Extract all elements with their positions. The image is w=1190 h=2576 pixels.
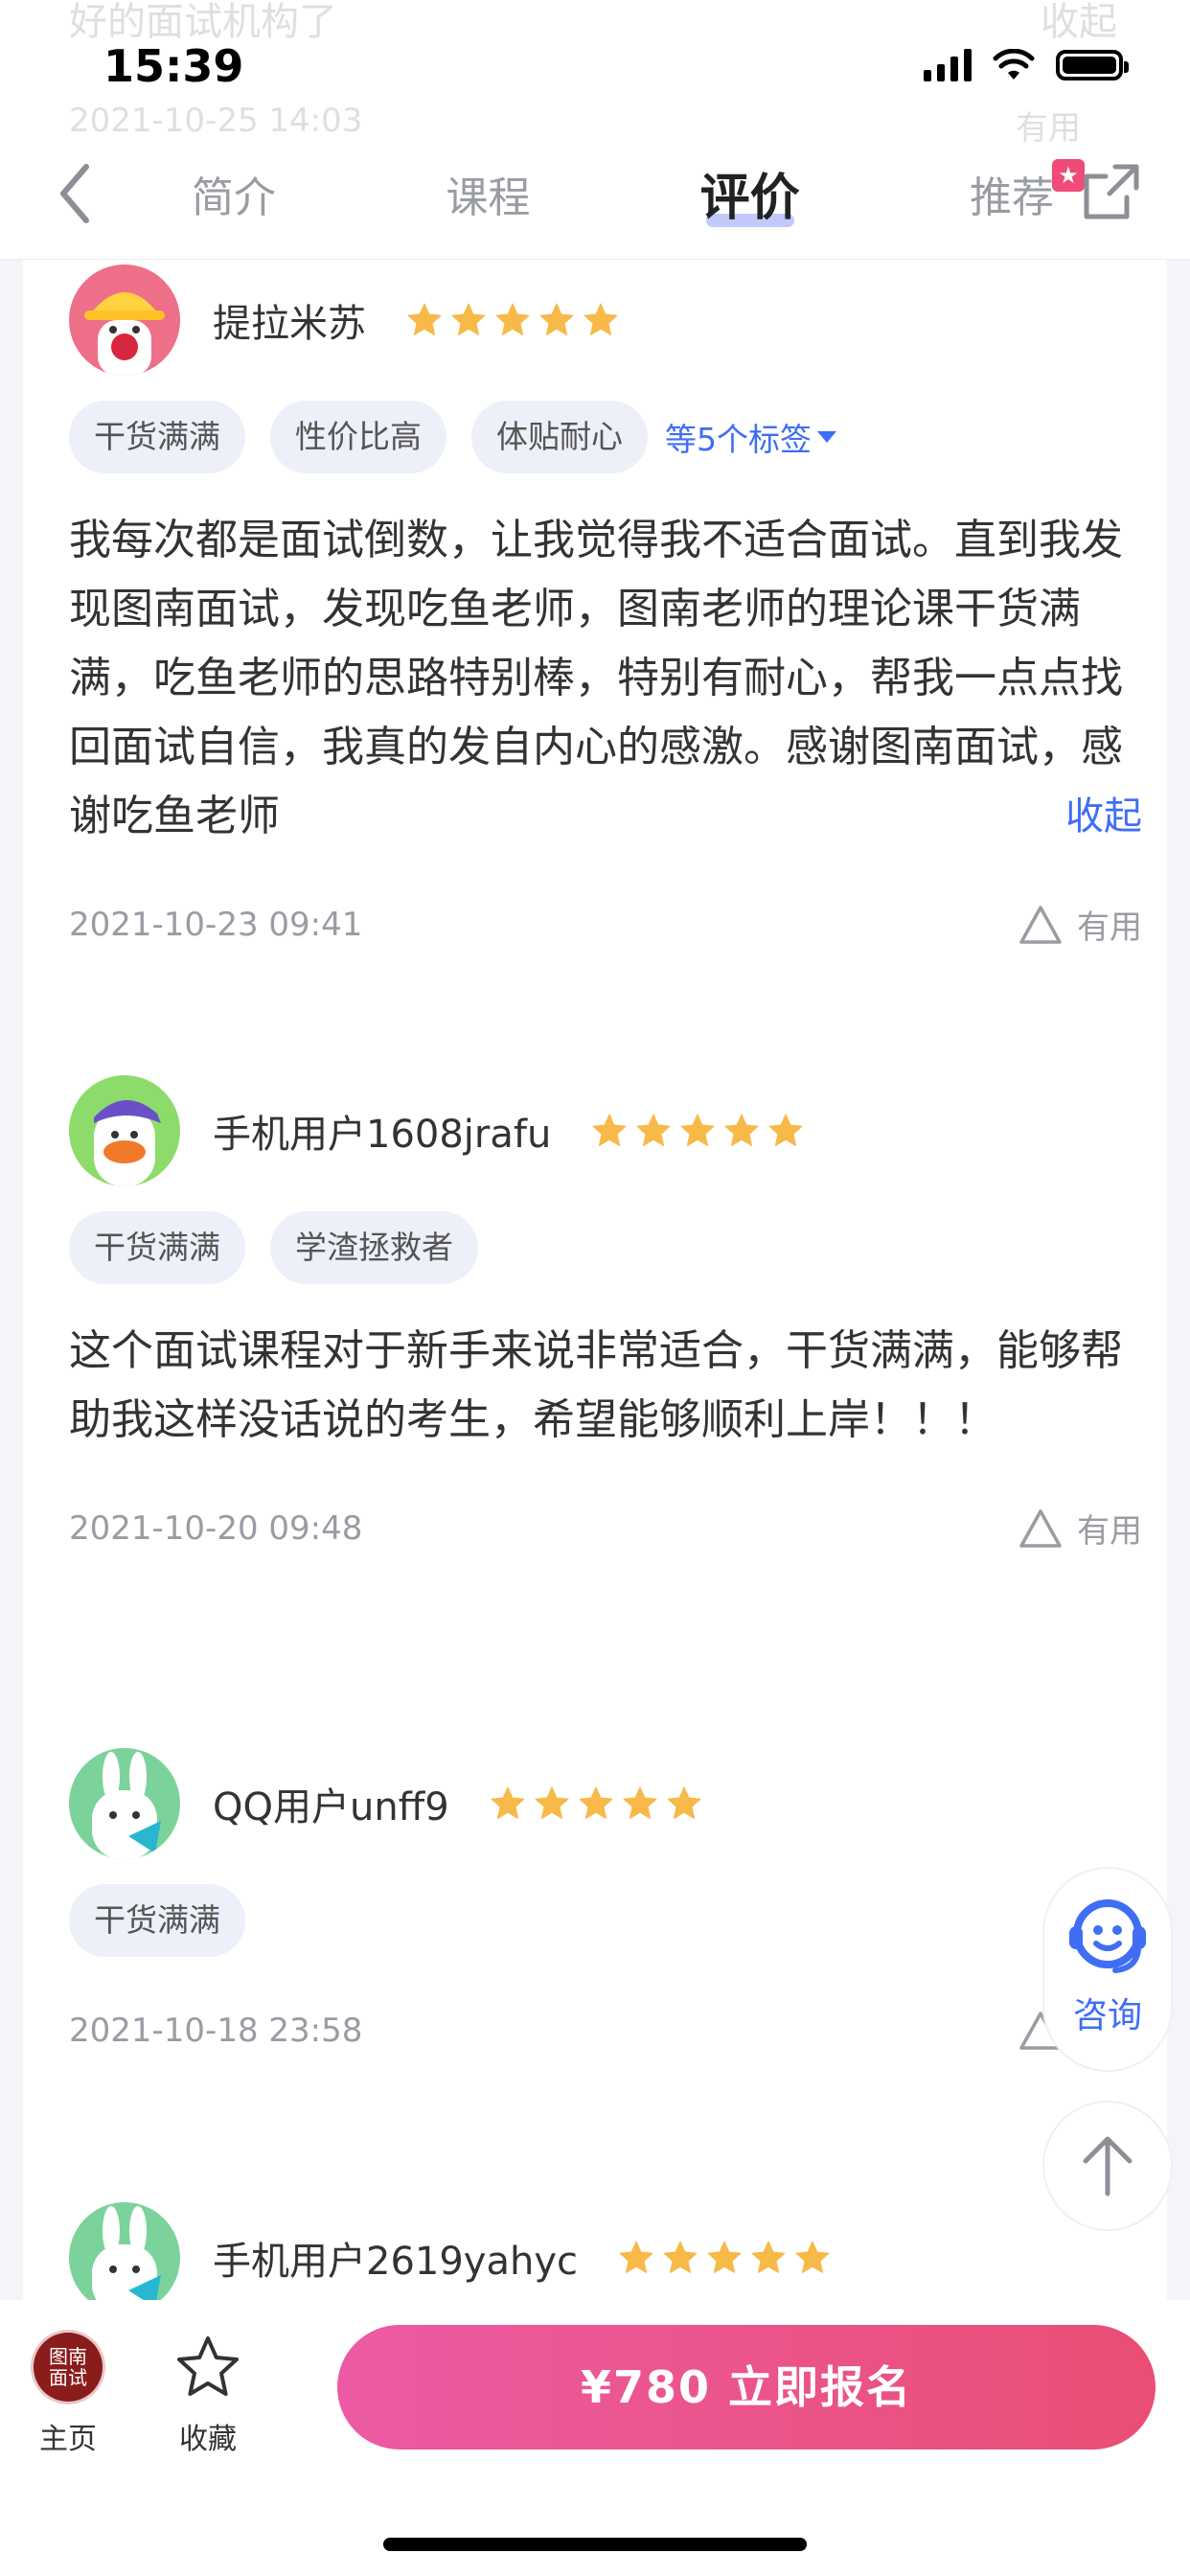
rating-stars: [618, 2240, 831, 2276]
useful-button[interactable]: 有用: [1018, 1505, 1142, 1552]
review-tags: 干货满满 学渣拯救者: [69, 1211, 1142, 1284]
brand-logo: 图南面试: [34, 2333, 103, 2402]
peek-review-date: 2021-10-25 14:03: [69, 102, 363, 140]
review-date: 2021-10-23 09:41: [69, 905, 363, 944]
customer-service-icon: [1069, 1899, 1146, 1973]
star-icon: [539, 303, 574, 335]
star-icon: [451, 303, 486, 335]
avatar[interactable]: [69, 1075, 180, 1186]
review-content: 这个面试课程对于新手来说非常适合，干货满满，能够帮助我这样没话说的考生，希望能够…: [69, 1317, 1142, 1455]
battery-icon: [1056, 50, 1129, 80]
rating-stars: [406, 302, 619, 338]
tab-recommend-label: 推荐: [970, 173, 1054, 222]
useful-label: 有用: [1077, 908, 1142, 947]
star-icon: [768, 1114, 803, 1146]
star-icon: [663, 2241, 698, 2273]
star-icon: [795, 2241, 830, 2273]
star-icon: [592, 1114, 627, 1146]
star-icon: [579, 1786, 613, 1819]
reviewer-name: 手机用户2619yahyc: [213, 2240, 578, 2284]
review-text: 这个面试课程对于新手来说非常适合，干货满满，能够帮助我这样没话说的考生，希望能够…: [69, 1326, 1123, 1444]
peek-collapse-link: 收起: [1041, 0, 1117, 44]
avatar[interactable]: [69, 2202, 180, 2300]
more-tags-toggle[interactable]: 等5个标签: [665, 414, 836, 460]
tab-bar: 简介 课程 评价 推荐 ★: [192, 159, 1085, 235]
useful-button[interactable]: 有用: [1018, 901, 1142, 948]
nav-bar: 简介 课程 评价 推荐 ★: [0, 134, 1190, 260]
thumb-triangle-icon: [1019, 905, 1062, 944]
more-tags-label: 等5个标签: [665, 421, 812, 458]
reviewer-name: 手机用户1608jrafu: [213, 1113, 552, 1157]
star-icon: [707, 2241, 742, 2273]
review-item: 手机用户1608jrafu 干货满满 学渣拯救者 这个面试课程对于新手来说非常适…: [69, 1075, 1142, 1552]
status-time: 15:39: [103, 40, 244, 92]
review-item: 手机用户2619yahyc: [69, 2202, 1142, 2300]
bottom-action-bar: 图南面试 主页 收藏 ¥780 立即报名: [0, 2300, 1190, 2576]
tab-intro[interactable]: 简介: [192, 163, 276, 235]
review-tag: 干货满满: [69, 1884, 245, 1957]
home-button[interactable]: 图南面试 主页: [15, 2333, 121, 2457]
star-icon: [495, 303, 530, 335]
star-icon: [680, 1114, 715, 1146]
reviewer-name: 提拉米苏: [213, 302, 366, 346]
star-icon: [636, 1114, 671, 1146]
review-date: 2021-10-20 09:48: [69, 1508, 363, 1548]
review-tags: 干货满满: [69, 1884, 1142, 1957]
avatar[interactable]: [69, 264, 180, 376]
review-item: 提拉米苏 干货满满 性价比高 体贴耐心 等5个标签 我每次都是面试倒数，让我觉得…: [69, 264, 1142, 948]
collapse-link[interactable]: 收起: [1065, 782, 1142, 851]
thumb-triangle-icon: [1019, 1508, 1062, 1548]
favorite-label: 收藏: [179, 2423, 237, 2456]
cellular-signal-icon: [924, 49, 972, 81]
review-list[interactable]: 提拉米苏 干货满满 性价比高 体贴耐心 等5个标签 我每次都是面试倒数，让我觉得…: [23, 259, 1167, 2300]
review-tags: 干货满满 性价比高 体贴耐心 等5个标签: [69, 401, 1142, 473]
system-icons: [924, 44, 1129, 86]
star-icon: [751, 2241, 786, 2273]
review-content: 我每次都是面试倒数，让我觉得我不适合面试。直到我发现图南面试，发现吃鱼老师，图南…: [69, 506, 1142, 851]
arrow-up-icon: [1083, 2136, 1133, 2196]
rating-stars: [591, 1113, 804, 1149]
caret-down-icon: [817, 431, 836, 443]
review-date: 2021-10-18 23:58: [69, 2011, 363, 2050]
review-item: QQ用户unff9 干货满满 2021-10-18 23:58 有用: [69, 1748, 1142, 2054]
home-indicator: [383, 2538, 807, 2551]
favorite-button[interactable]: 收藏: [155, 2333, 261, 2457]
review-tag: 学渣拯救者: [270, 1211, 478, 1284]
back-to-top-button[interactable]: [1044, 2103, 1171, 2229]
review-tag: 干货满满: [69, 401, 245, 473]
rating-stars: [490, 1785, 702, 1822]
star-icon: [535, 1786, 569, 1819]
star-icon: [491, 1786, 525, 1819]
tab-course[interactable]: 课程: [446, 163, 530, 235]
peek-useful: 有用: [1016, 109, 1081, 148]
star-icon: [619, 2241, 653, 2273]
enroll-button[interactable]: ¥780 立即报名: [337, 2325, 1156, 2450]
tab-reviews[interactable]: 评价: [700, 157, 800, 229]
star-icon: [667, 1786, 701, 1819]
back-arrow-icon[interactable]: [48, 155, 105, 232]
home-label: 主页: [39, 2423, 97, 2456]
star-icon: [584, 303, 618, 335]
avatar[interactable]: [69, 1748, 180, 1859]
reviewer-name: QQ用户unff9: [213, 1785, 449, 1829]
review-tag: 体贴耐心: [471, 401, 648, 473]
consult-label: 咨询: [1072, 1996, 1142, 2036]
star-icon: [407, 303, 442, 335]
tab-recommend[interactable]: 推荐 ★: [970, 159, 1085, 235]
star-outline-icon: [177, 2336, 239, 2396]
share-icon[interactable]: [1079, 161, 1142, 224]
review-tag: 干货满满: [69, 1211, 245, 1284]
peek-review-text: 好的面试机构了: [69, 0, 337, 44]
review-tag: 性价比高: [270, 401, 446, 473]
consult-button[interactable]: 咨询: [1044, 1869, 1171, 2070]
star-icon: [724, 1114, 759, 1146]
wifi-icon: [993, 49, 1035, 80]
star-icon: [623, 1786, 657, 1819]
review-text: 我每次都是面试倒数，让我觉得我不适合面试。直到我发现图南面试，发现吃鱼老师，图南…: [69, 516, 1123, 840]
useful-label: 有用: [1077, 1512, 1142, 1551]
